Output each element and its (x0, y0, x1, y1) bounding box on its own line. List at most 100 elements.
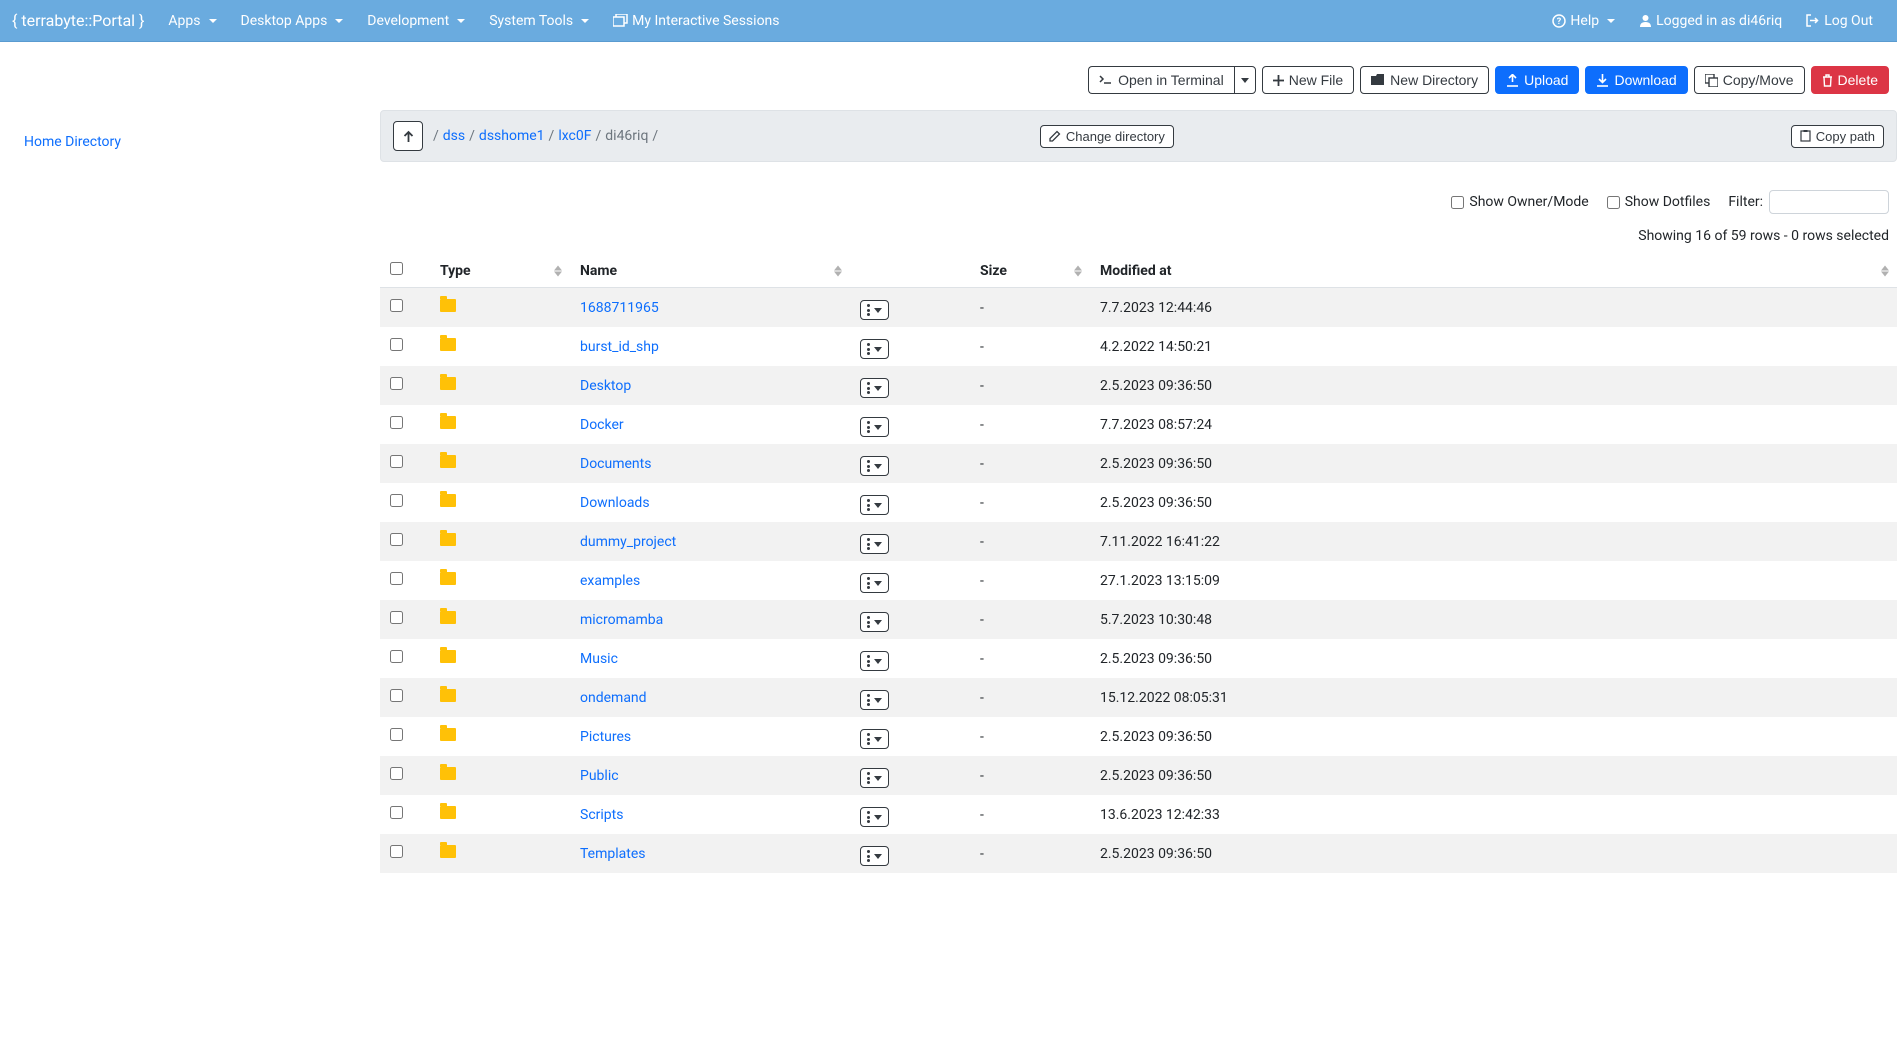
row-actions-button[interactable] (860, 339, 889, 359)
file-name-link[interactable]: Docker (580, 417, 624, 433)
col-header-name[interactable]: Name (570, 254, 850, 288)
options-bar: Show Owner/Mode Show Dotfiles Filter: (380, 162, 1897, 222)
delete-button[interactable]: Delete (1811, 66, 1889, 94)
table-row: Pictures-2.5.2023 09:36:50 (380, 717, 1897, 756)
file-size: - (970, 756, 1090, 795)
row-actions-button[interactable] (860, 768, 889, 788)
col-header-size[interactable]: Size (970, 254, 1090, 288)
col-header-modified[interactable]: Modified at (1090, 254, 1897, 288)
nav-logout-label: Log Out (1824, 13, 1873, 29)
row-checkbox[interactable] (390, 689, 403, 702)
new-file-button[interactable]: New File (1262, 66, 1354, 94)
row-checkbox[interactable] (390, 338, 403, 351)
nav-help-label: Help (1570, 13, 1599, 29)
file-name-link[interactable]: dummy_project (580, 534, 676, 550)
brand[interactable]: { terrabyte::Portal } (12, 11, 156, 30)
col-header-checkbox[interactable] (380, 254, 430, 288)
file-name-link[interactable]: Templates (580, 846, 646, 862)
file-size: - (970, 834, 1090, 873)
file-name-link[interactable]: Documents (580, 456, 651, 472)
table-row: Music-2.5.2023 09:36:50 (380, 639, 1897, 678)
change-directory-button[interactable]: Change directory (1040, 125, 1174, 148)
user-icon (1639, 14, 1652, 27)
breadcrumb-part[interactable]: lxc0F (558, 128, 591, 144)
row-checkbox[interactable] (390, 455, 403, 468)
row-checkbox[interactable] (390, 806, 403, 819)
breadcrumb-part[interactable]: dsshome1 (479, 128, 545, 144)
row-actions-button[interactable] (860, 417, 889, 437)
row-actions-button[interactable] (860, 300, 889, 320)
row-actions-button[interactable] (860, 495, 889, 515)
show-dotfiles-input[interactable] (1607, 196, 1620, 209)
row-actions-button[interactable] (860, 807, 889, 827)
new-directory-button[interactable]: New Directory (1360, 66, 1489, 94)
file-name-link[interactable]: ondemand (580, 690, 647, 706)
file-name-link[interactable]: burst_id_shp (580, 339, 659, 355)
file-name-link[interactable]: Desktop (580, 378, 631, 394)
col-header-type[interactable]: Type (430, 254, 570, 288)
row-actions-button[interactable] (860, 651, 889, 671)
file-name-link[interactable]: micromamba (580, 612, 663, 628)
row-checkbox[interactable] (390, 377, 403, 390)
row-actions-button[interactable] (860, 690, 889, 710)
plus-icon (1273, 75, 1284, 86)
nav-link-system-tools[interactable]: System Tools (477, 5, 601, 37)
nav-help[interactable]: ? Help (1540, 5, 1627, 37)
nav-logout[interactable]: Log Out (1794, 5, 1885, 37)
open-terminal-dropdown[interactable] (1234, 66, 1256, 94)
copy-path-button[interactable]: Copy path (1791, 125, 1884, 148)
file-name-link[interactable]: Downloads (580, 495, 650, 511)
row-checkbox[interactable] (390, 572, 403, 585)
copy-move-button[interactable]: Copy/Move (1694, 66, 1805, 94)
sort-arrows-icon (1881, 265, 1889, 276)
row-actions-button[interactable] (860, 573, 889, 593)
show-dotfiles-checkbox[interactable]: Show Dotfiles (1607, 194, 1711, 210)
table-row: micromamba-5.7.2023 10:30:48 (380, 600, 1897, 639)
vertical-dots-icon (867, 772, 870, 784)
nav-my-sessions[interactable]: My Interactive Sessions (601, 5, 791, 37)
folder-icon (440, 377, 456, 390)
go-up-button[interactable] (393, 121, 423, 151)
show-owner-checkbox[interactable]: Show Owner/Mode (1451, 194, 1588, 210)
row-checkbox[interactable] (390, 494, 403, 507)
file-name-link[interactable]: Public (580, 768, 619, 784)
nav-link-development[interactable]: Development (355, 5, 477, 37)
vertical-dots-icon (867, 850, 870, 862)
row-checkbox[interactable] (390, 650, 403, 663)
nav-link-apps[interactable]: Apps (156, 5, 228, 37)
row-checkbox[interactable] (390, 611, 403, 624)
file-name-link[interactable]: Scripts (580, 807, 623, 823)
row-checkbox[interactable] (390, 416, 403, 429)
sidebar-home-directory[interactable]: Home Directory (24, 134, 121, 150)
select-all-checkbox[interactable] (390, 262, 403, 275)
caret-down-icon (874, 659, 882, 664)
download-button[interactable]: Download (1585, 66, 1687, 94)
row-actions-button[interactable] (860, 456, 889, 476)
row-actions-button[interactable] (860, 612, 889, 632)
nav-link-desktop-apps[interactable]: Desktop Apps (229, 5, 356, 37)
filter-input[interactable] (1769, 190, 1889, 214)
row-checkbox[interactable] (390, 767, 403, 780)
file-name-link[interactable]: examples (580, 573, 640, 589)
file-modified: 2.5.2023 09:36:50 (1090, 756, 1897, 795)
nav-my-sessions-label: My Interactive Sessions (632, 13, 779, 29)
open-terminal-button[interactable]: Open in Terminal (1088, 66, 1234, 94)
content: Open in Terminal New File New Directory … (380, 42, 1897, 873)
row-checkbox[interactable] (390, 728, 403, 741)
table-row: ondemand-15.12.2022 08:05:31 (380, 678, 1897, 717)
row-actions-button[interactable] (860, 729, 889, 749)
file-name-link[interactable]: 1688711965 (580, 300, 659, 316)
row-checkbox[interactable] (390, 845, 403, 858)
upload-button[interactable]: Upload (1495, 66, 1579, 94)
row-checkbox[interactable] (390, 299, 403, 312)
row-checkbox[interactable] (390, 533, 403, 546)
row-actions-button[interactable] (860, 378, 889, 398)
show-owner-input[interactable] (1451, 196, 1464, 209)
file-size: - (970, 561, 1090, 600)
file-name-link[interactable]: Pictures (580, 729, 631, 745)
breadcrumb-part[interactable]: dss (443, 128, 465, 144)
file-name-link[interactable]: Music (580, 651, 618, 667)
row-actions-button[interactable] (860, 534, 889, 554)
row-actions-button[interactable] (860, 846, 889, 866)
nav-logged-in[interactable]: Logged in as di46riq (1627, 5, 1794, 37)
